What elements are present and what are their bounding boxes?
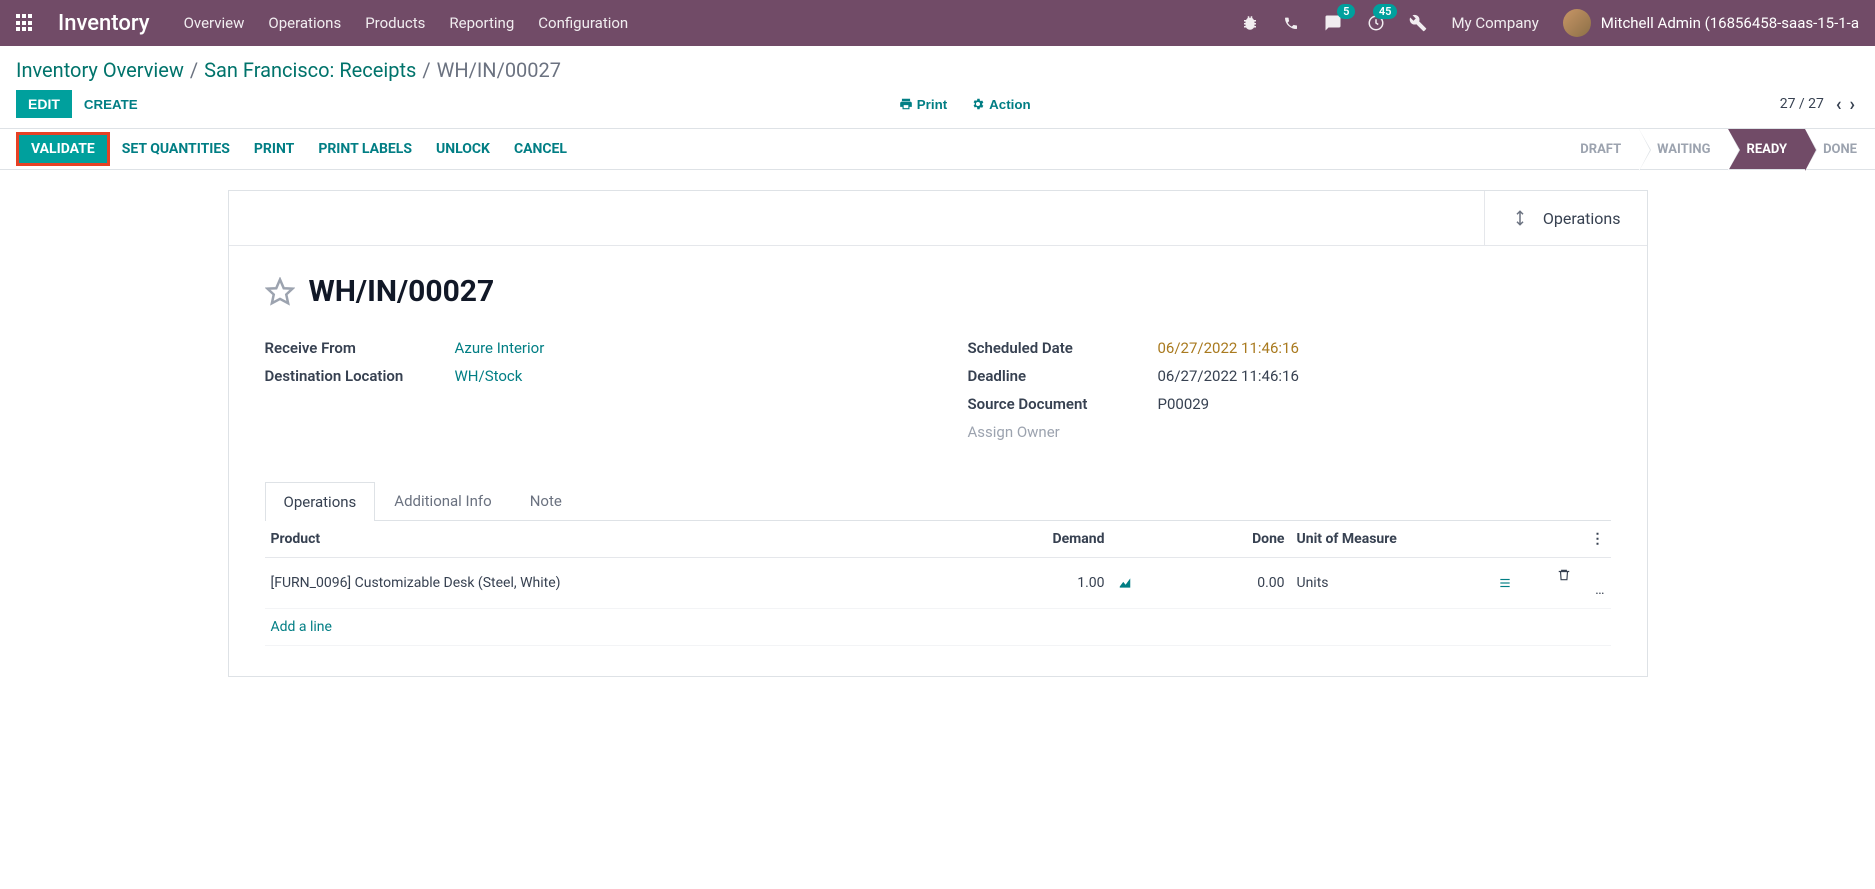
delete-icon[interactable] <box>1557 568 1605 582</box>
column-options-icon[interactable]: ⋮ <box>1591 531 1605 547</box>
apps-icon[interactable] <box>16 14 34 32</box>
forecast-icon[interactable] <box>1117 576 1145 590</box>
action-button[interactable]: Action <box>959 91 1042 118</box>
add-line[interactable]: Add a line <box>265 609 1611 646</box>
receive-from-label: Receive From <box>265 339 455 357</box>
breadcrumb: Inventory Overview / San Francisco: Rece… <box>0 46 1875 86</box>
cell-done: 0.00 <box>1151 558 1291 609</box>
tools-icon[interactable] <box>1409 14 1427 32</box>
breadcrumb-overview[interactable]: Inventory Overview <box>16 58 184 82</box>
nav-reporting[interactable]: Reporting <box>449 14 514 32</box>
pager-next[interactable]: › <box>1846 94 1859 115</box>
breadcrumb-current: WH/IN/00027 <box>437 58 561 82</box>
status-flow: DRAFT WAITING READY DONE <box>1562 129 1875 169</box>
validate-button[interactable]: VALIDATE <box>16 132 110 166</box>
pager-text[interactable]: 27 / 27 <box>1780 96 1824 112</box>
avatar <box>1563 9 1591 37</box>
app-brand[interactable]: Inventory <box>58 11 150 36</box>
scheduled-date-label: Scheduled Date <box>968 339 1158 357</box>
assign-owner[interactable]: Assign Owner <box>968 423 1060 441</box>
create-button[interactable]: CREATE <box>72 91 150 118</box>
nav-operations[interactable]: Operations <box>268 14 341 32</box>
phone-icon[interactable] <box>1283 15 1299 31</box>
pager-prev[interactable]: ‹ <box>1832 94 1846 115</box>
operations-table: Product Demand Done Unit of Measure ⋮ [F… <box>265 521 1611 646</box>
cell-product: [FURN_0096] Customizable Desk (Steel, Wh… <box>265 558 971 609</box>
th-done[interactable]: Done <box>1151 521 1291 558</box>
th-demand[interactable]: Demand <box>971 521 1111 558</box>
status-bar: VALIDATE SET QUANTITIES PRINT PRINT LABE… <box>0 128 1875 170</box>
stage-draft[interactable]: DRAFT <box>1562 129 1639 169</box>
nav-overview[interactable]: Overview <box>184 14 245 32</box>
print-labels-button[interactable]: PRINT LABELS <box>318 141 412 157</box>
tab-note[interactable]: Note <box>511 481 581 520</box>
record-title: WH/IN/00027 <box>309 274 495 309</box>
destination-value[interactable]: WH/Stock <box>455 367 523 385</box>
source-doc-value: P00029 <box>1158 395 1210 413</box>
set-quantities-button[interactable]: SET QUANTITIES <box>122 141 230 157</box>
print-status-button[interactable]: PRINT <box>254 141 294 157</box>
nav-products[interactable]: Products <box>365 14 425 32</box>
cancel-button[interactable]: CANCEL <box>514 141 567 157</box>
stage-waiting[interactable]: WAITING <box>1639 129 1728 169</box>
tabs: Operations Additional Info Note <box>265 481 1611 521</box>
user-name: Mitchell Admin (16856458-saas-15-1-a <box>1601 14 1859 32</box>
gear-icon <box>971 97 985 111</box>
chat-badge: 5 <box>1337 4 1355 19</box>
company-selector[interactable]: My Company <box>1451 14 1538 32</box>
unlock-button[interactable]: UNLOCK <box>436 141 490 157</box>
tab-operations[interactable]: Operations <box>265 482 376 521</box>
print-icon <box>899 97 913 111</box>
transfer-icon <box>1511 207 1529 229</box>
favorite-star-icon[interactable] <box>265 277 295 307</box>
tab-additional-info[interactable]: Additional Info <box>375 481 510 520</box>
receive-from-value[interactable]: Azure Interior <box>455 339 545 357</box>
chat-icon[interactable]: 5 <box>1323 14 1343 32</box>
deadline-value: 06/27/2022 11:46:16 <box>1158 367 1299 385</box>
top-nav: Inventory Overview Operations Products R… <box>0 0 1875 46</box>
scheduled-date-value: 06/27/2022 11:46:16 <box>1158 339 1299 357</box>
print-button[interactable]: Print <box>887 91 959 118</box>
th-product[interactable]: Product <box>265 521 971 558</box>
record-sheet: Operations WH/IN/00027 Receive From Azur… <box>228 190 1648 677</box>
source-doc-label: Source Document <box>968 395 1158 413</box>
bug-icon[interactable] <box>1241 14 1259 32</box>
detail-icon[interactable] <box>1497 576 1545 590</box>
activity-badge: 45 <box>1373 4 1398 19</box>
cell-uom: Units <box>1291 558 1491 609</box>
table-row[interactable]: [FURN_0096] Customizable Desk (Steel, Wh… <box>265 558 1611 609</box>
breadcrumb-receipts[interactable]: San Francisco: Receipts <box>204 58 416 82</box>
deadline-label: Deadline <box>968 367 1158 385</box>
destination-label: Destination Location <box>265 367 455 385</box>
cell-demand: 1.00 <box>971 558 1111 609</box>
edit-button[interactable]: EDIT <box>16 90 72 118</box>
operations-stat-button[interactable]: Operations <box>1484 191 1647 245</box>
th-uom[interactable]: Unit of Measure <box>1291 521 1491 558</box>
activity-icon[interactable]: 45 <box>1367 14 1385 32</box>
user-menu[interactable]: Mitchell Admin (16856458-saas-15-1-a <box>1563 9 1859 37</box>
control-bar: EDIT CREATE Print Action 27 / 27 ‹ › <box>0 86 1875 128</box>
nav-configuration[interactable]: Configuration <box>538 14 628 32</box>
